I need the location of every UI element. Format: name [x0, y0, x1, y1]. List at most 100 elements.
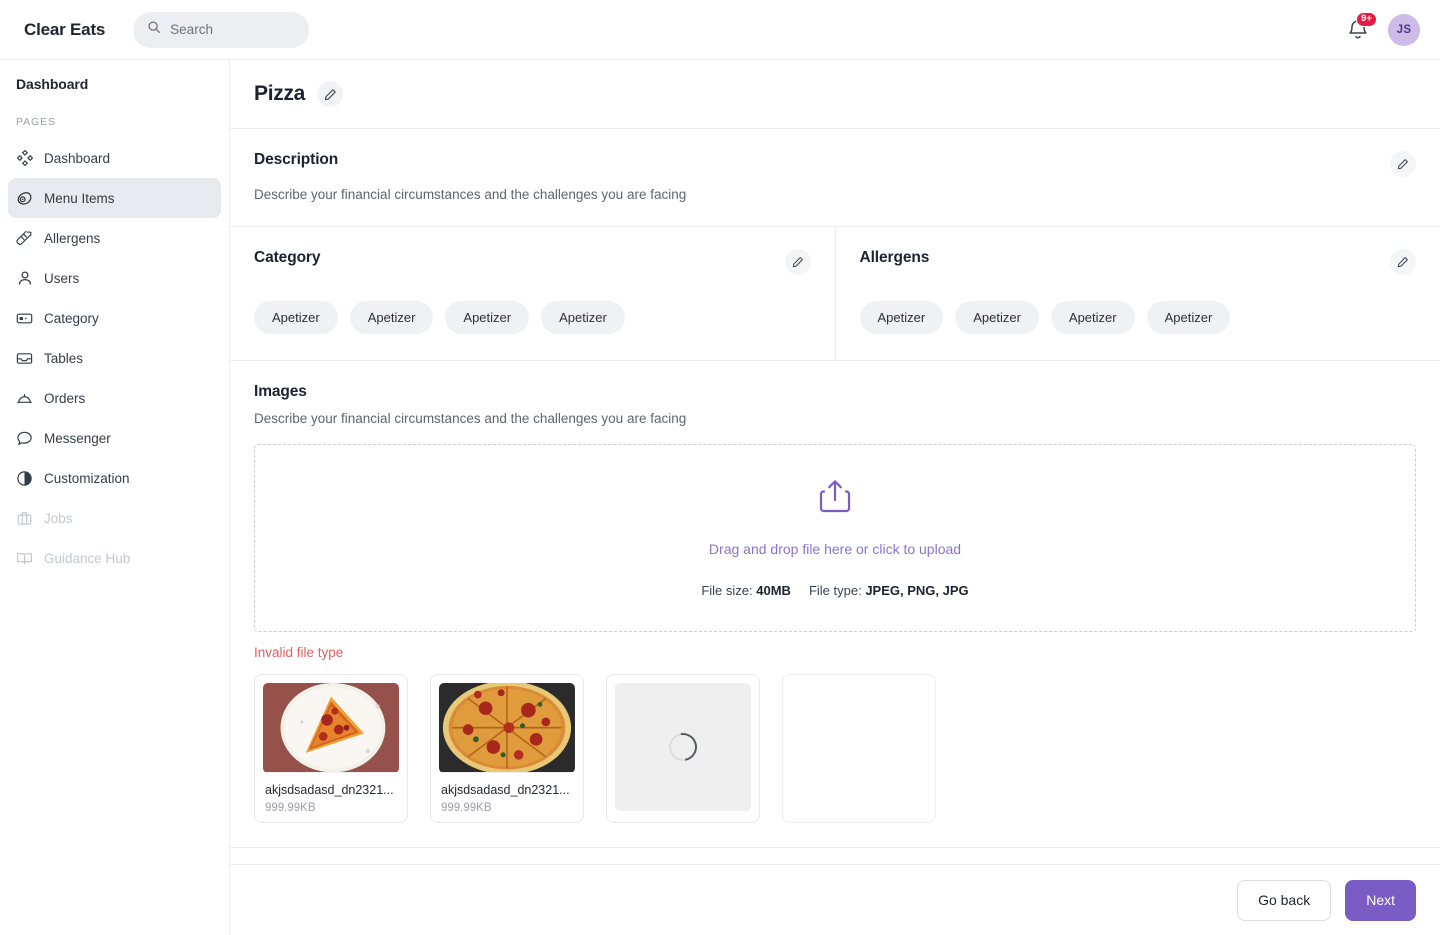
go-back-button[interactable]: Go back: [1237, 879, 1332, 921]
thumbnail-filesize: 999.99KB: [441, 802, 492, 814]
sidebar-item-label: Users: [44, 270, 80, 286]
chat-bubble-icon: [16, 430, 33, 447]
thumbnail-filesize: 999.99KB: [265, 802, 316, 814]
thumbnail-image: [439, 683, 575, 773]
description-header: Description: [254, 151, 1416, 177]
sidebar-item-label: Category: [44, 310, 99, 326]
pencil-icon: [324, 88, 336, 100]
edit-description-button[interactable]: [1390, 151, 1416, 177]
tray-icon: [16, 350, 33, 367]
thumbnail-card[interactable]: akjsdsadasd_dn2321... 999.99KB: [430, 674, 584, 823]
form-footer: Go back Next: [230, 864, 1440, 935]
meat-icon: [16, 190, 33, 207]
uploaded-thumbnails: akjsdsadasd_dn2321... 999.99KB akjsdsada…: [254, 674, 1416, 823]
brand-logo[interactable]: Clear Eats: [24, 20, 105, 40]
book-open-icon: [16, 550, 33, 567]
sidebar-item-label: Orders: [44, 390, 86, 406]
category-allergens-row: Category Apetizer Apetizer Apetizer Apet…: [230, 227, 1440, 361]
images-title: Images: [254, 383, 307, 400]
allergen-chip[interactable]: Apetizer: [1146, 301, 1231, 334]
allergens-chip-list: Apetizer Apetizer Apetizer Apetizer: [859, 301, 1417, 334]
allergens-title: Allergens: [859, 249, 930, 266]
file-size-label: File size:: [701, 583, 753, 598]
allergens-header: Allergens: [859, 249, 1416, 275]
grid-diamond-icon: [16, 150, 33, 167]
pizza-slice-photo: [263, 683, 399, 773]
sidebar-item-allergens[interactable]: Allergens: [8, 218, 221, 258]
sidebar: Dashboard PAGES Dashboard Menu Items All…: [0, 60, 230, 935]
pencil-icon: [1397, 257, 1408, 268]
category-title: Category: [254, 249, 321, 266]
description-text: Describe your financial circumstances an…: [254, 187, 687, 202]
topbar-actions: 9+ JS: [1346, 11, 1420, 46]
allergen-chip[interactable]: Apetizer: [859, 301, 944, 334]
notification-badge: 9+: [1356, 11, 1377, 27]
thumbnail-filename: akjsdsadasd_dn2321...: [265, 783, 394, 797]
next-button[interactable]: Next: [1345, 879, 1416, 921]
page-header: Pizza: [230, 60, 1440, 129]
edit-title-button[interactable]: [317, 81, 344, 107]
page-title: Pizza: [254, 82, 306, 105]
thumbnail-empty-area: [791, 683, 927, 811]
notifications-button[interactable]: 9+: [1346, 11, 1377, 44]
pencil-icon: [792, 257, 803, 268]
file-type-constraint: File type: JPEG, PNG, JPG: [809, 583, 969, 598]
category-chip[interactable]: Apetizer: [445, 301, 530, 334]
search-input[interactable]: Search: [133, 11, 310, 48]
category-section: Category Apetizer Apetizer Apetizer Apet…: [230, 227, 836, 360]
category-chip[interactable]: Apetizer: [254, 301, 338, 334]
sidebar-item-label: Jobs: [44, 510, 73, 526]
sidebar-item-dashboard[interactable]: Dashboard: [8, 138, 221, 178]
description-section: Description Describe your financial circ…: [230, 129, 1440, 227]
app-root: Clear Eats Search 9+ JS Dashboard PAGES …: [0, 0, 1440, 935]
avatar[interactable]: JS: [1388, 13, 1420, 46]
category-chip[interactable]: Apetizer: [541, 301, 625, 334]
sidebar-item-jobs: Jobs: [8, 498, 221, 538]
file-size-constraint: File size: 40MB: [701, 583, 791, 598]
sidebar-item-label: Guidance Hub: [44, 550, 131, 566]
allergen-chip[interactable]: Apetizer: [1050, 301, 1135, 334]
sidebar-title: Dashboard: [16, 76, 89, 92]
allergens-section: Allergens Apetizer Apetizer Apetizer Ape…: [836, 227, 1440, 360]
file-type-label: File type:: [808, 583, 862, 598]
pencil-icon: [1397, 159, 1408, 170]
category-chip[interactable]: Apetizer: [349, 301, 434, 334]
sidebar-item-customization[interactable]: Customization: [8, 458, 221, 498]
category-chip-list: Apetizer Apetizer Apetizer Apetizer: [254, 301, 811, 334]
search-placeholder: Search: [170, 22, 213, 37]
sidebar-item-label: Dashboard: [44, 150, 111, 166]
edit-category-button[interactable]: [784, 249, 811, 275]
thumbnail-image: [263, 683, 399, 773]
thumbnail-filename: akjsdsadasd_dn2321...: [441, 783, 570, 797]
sidebar-item-label: Messenger: [44, 430, 111, 446]
upload-icon: [819, 478, 851, 519]
dropzone-constraints: File size: 40MB File type: JPEG, PNG, JP…: [701, 583, 968, 598]
file-dropzone[interactable]: Drag and drop file here or click to uplo…: [254, 444, 1416, 632]
sidebar-item-label: Tables: [44, 350, 84, 366]
allergen-chip[interactable]: Apetizer: [955, 301, 1039, 334]
sidebar-item-messenger[interactable]: Messenger: [8, 418, 221, 458]
sidebar-item-users[interactable]: Users: [8, 258, 221, 298]
images-section: Images Describe your financial circumsta…: [230, 361, 1440, 848]
cloche-icon: [16, 390, 33, 407]
edit-allergens-button[interactable]: [1390, 249, 1416, 275]
thumbnail-card[interactable]: akjsdsadasd_dn2321... 999.99KB: [254, 674, 408, 823]
sidebar-item-label: Allergens: [44, 230, 101, 246]
top-bar: Clear Eats Search 9+ JS: [0, 0, 1440, 60]
sidebar-item-label: Menu Items: [44, 190, 115, 206]
sidebar-item-label: Customization: [44, 470, 130, 486]
loading-spinner-icon: [663, 727, 703, 767]
thumbnail-card-loading[interactable]: [606, 674, 760, 823]
sidebar-item-tables[interactable]: Tables: [8, 338, 221, 378]
file-size-value: 40MB: [756, 583, 791, 598]
sidebar-item-orders[interactable]: Orders: [8, 378, 221, 418]
search-icon: [147, 20, 161, 39]
file-error-message: Invalid file type: [254, 645, 344, 660]
carrot-icon: [16, 230, 33, 247]
contrast-circle-icon: [16, 470, 33, 487]
dropzone-link-text: Drag and drop file here or click to uplo…: [708, 541, 962, 557]
sidebar-item-category[interactable]: Category: [8, 298, 221, 338]
sidebar-section-label: PAGES: [16, 116, 56, 128]
thumbnail-card-empty[interactable]: [782, 674, 936, 823]
sidebar-item-menu-items[interactable]: Menu Items: [8, 178, 221, 218]
